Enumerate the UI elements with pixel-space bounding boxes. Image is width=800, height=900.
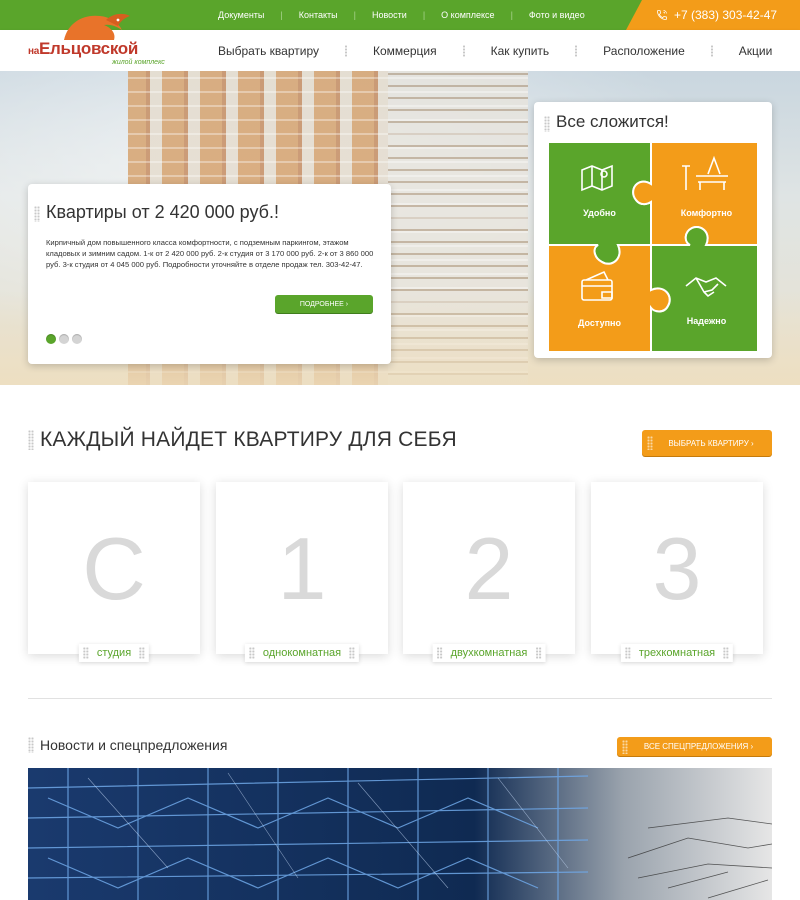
apartment-card-two-room[interactable]: 2 двухкомнатная — [403, 482, 575, 662]
apartment-type-label: студия — [78, 644, 150, 662]
more-button[interactable]: ПОДРОБНЕЕ › — [275, 295, 373, 313]
apartment-cards: С студия 1 однокомнатная 2 двухкомнатная… — [28, 482, 772, 666]
news-section-header: Новости и спецпредложения — [28, 737, 227, 753]
blueprint-image — [28, 768, 772, 900]
drag-handle-icon — [28, 737, 34, 753]
logo[interactable]: наЕльцовской жилой комплекс — [28, 12, 178, 70]
logo-wordmark: наЕльцовской — [28, 39, 139, 58]
slider-dot-1[interactable] — [46, 334, 56, 344]
slider-dots — [46, 334, 85, 344]
puzzle-tile-reliable — [650, 226, 759, 353]
section-divider — [28, 698, 772, 699]
drag-handle-icon — [544, 116, 550, 132]
nav-divider — [344, 44, 347, 57]
all-offers-button[interactable]: ВСЕ СПЕЦПРЕДЛОЖЕНИЯ › — [617, 737, 772, 756]
phone-text: +7 (383) 303-42-47 — [674, 8, 778, 22]
choose-apartment-button[interactable]: ВЫБРАТЬ КВАРТИРУ › — [642, 430, 772, 456]
phone-icon — [657, 10, 667, 20]
tile-label-convenient: Удобно — [583, 208, 616, 218]
slider-dot-2[interactable] — [59, 334, 69, 344]
all-offers-label: ВСЕ СПЕЦПРЕДЛОЖЕНИЯ › — [643, 742, 754, 751]
top-link-about[interactable]: О комплексе — [441, 10, 494, 20]
choose-apartment-label: ВЫБРАТЬ КВАРТИРУ › — [668, 438, 754, 448]
main-header: наЕльцовской жилой комплекс Выбрать квар… — [0, 13, 800, 71]
apartment-type-number: С — [82, 519, 146, 618]
nav-divider — [462, 44, 465, 57]
squirrel-logo-icon — [64, 13, 130, 40]
tile-label-reliable: Надежно — [686, 316, 727, 326]
phone-number[interactable]: +7 (383) 303-42-47 — [626, 0, 800, 30]
main-nav: Выбрать квартиру Коммерция Как купить Ра… — [218, 30, 772, 71]
drag-handle-icon — [647, 436, 653, 450]
features-title: Все сложится! — [556, 112, 669, 131]
tile-label-comfortable: Комфортно — [680, 208, 733, 218]
nav-how-to-buy[interactable]: Как купить — [491, 44, 550, 58]
features-card: Все сложится! Удобно Комфортно Доступно … — [534, 102, 772, 358]
hero-description: Кирпичный дом повышенного класса комфорт… — [46, 238, 374, 269]
top-link-contacts[interactable]: Контакты — [299, 10, 338, 20]
separator: | — [422, 10, 426, 20]
nav-divider — [575, 44, 578, 57]
apartment-type-number: 2 — [464, 519, 514, 618]
nav-commerce[interactable]: Коммерция — [373, 44, 437, 58]
drag-handle-icon — [622, 740, 628, 754]
separator: | — [280, 10, 283, 20]
nav-choose-apartment[interactable]: Выбрать квартиру — [218, 44, 319, 58]
apartment-card-one-room[interactable]: 1 однокомнатная — [216, 482, 388, 662]
drag-handle-icon — [34, 206, 40, 222]
nav-promotions[interactable]: Акции — [739, 44, 773, 58]
features-puzzle: Удобно Комфортно Доступно Надежно — [546, 140, 760, 354]
apartments-section-header: КАЖДЫЙ НАЙДЕТ КВАРТИРУ ДЛЯ СЕБЯ — [28, 428, 457, 452]
top-links: Документы | Контакты | Новости | О компл… — [218, 0, 585, 30]
hero-slide-card: Квартиры от 2 420 000 руб.! Кирпичный до… — [28, 184, 391, 364]
apartment-type-number: 3 — [652, 519, 702, 618]
apartment-type-label: трехкомнатная — [620, 644, 734, 662]
hero-banner: Квартиры от 2 420 000 руб.! Кирпичный до… — [0, 71, 800, 385]
slider-dot-3[interactable] — [72, 334, 82, 344]
apartment-type-number: 1 — [277, 519, 327, 618]
tile-label-affordable: Доступно — [578, 318, 621, 328]
news-image[interactable] — [28, 768, 772, 900]
apartment-type-label: однокомнатная — [244, 644, 360, 662]
nav-location[interactable]: Расположение — [603, 44, 685, 58]
drag-handle-icon — [28, 430, 34, 450]
apartment-card-three-room[interactable]: 3 трехкомнатная — [591, 482, 763, 662]
apartment-card-studio[interactable]: С студия — [28, 482, 200, 662]
top-link-media[interactable]: Фото и видео — [529, 10, 585, 20]
separator: | — [510, 10, 513, 20]
top-link-documents[interactable]: Документы — [218, 10, 264, 20]
separator: | — [353, 10, 356, 20]
logo-subtitle: жилой комплекс — [112, 59, 165, 66]
nav-divider — [710, 44, 713, 57]
top-link-news[interactable]: Новости — [372, 10, 407, 20]
news-title: Новости и спецпредложения — [40, 737, 228, 753]
apartment-type-label: двухкомнатная — [432, 644, 546, 662]
apartments-title: КАЖДЫЙ НАЙДЕТ КВАРТИРУ ДЛЯ СЕБЯ — [40, 428, 457, 451]
hero-title: Квартиры от 2 420 000 руб.! — [46, 202, 279, 222]
